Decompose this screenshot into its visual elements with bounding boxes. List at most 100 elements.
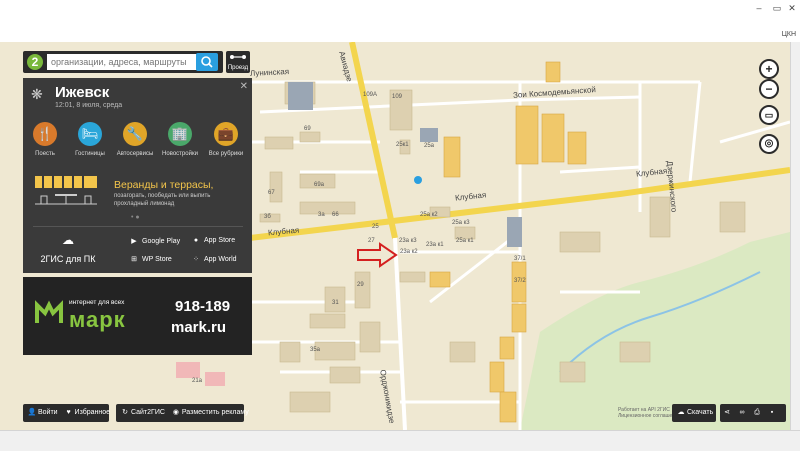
locate-button[interactable]: ◎	[759, 134, 779, 154]
category-label: Все рубрики	[208, 151, 244, 157]
category-label: Новостройки	[162, 151, 198, 157]
close-icon[interactable]: ✕	[240, 81, 248, 92]
download-pc-label: 2ГИС для ПК	[40, 254, 96, 264]
building-number: 27	[368, 238, 375, 244]
store-label: WP Store	[142, 256, 172, 263]
building-number: 31	[332, 300, 339, 306]
store-label: App Store	[204, 237, 236, 244]
category-all[interactable]: 💼 Все рубрики	[204, 122, 248, 157]
building-number: 37/1	[514, 256, 526, 262]
2gis-logo[interactable]: 2	[27, 54, 43, 70]
briefcase-icon: 💼	[214, 122, 238, 146]
building-number: 23а к3	[399, 238, 417, 244]
city-title: Ижевск	[55, 84, 110, 101]
favorites-button[interactable]: Избранное	[75, 409, 110, 416]
city-date: 12:01, 8 июля, среда	[55, 102, 123, 109]
building-number: 25к1	[396, 142, 409, 148]
wp-store-link[interactable]: ⊞ WP Store	[129, 255, 172, 263]
building-number: 23а к1	[426, 242, 444, 248]
app-store-link[interactable]: ● App Store	[191, 237, 235, 244]
ad-brand: марк	[69, 307, 126, 332]
building-number: 25а	[424, 143, 435, 149]
category-label: Поесть	[35, 151, 55, 157]
route-button[interactable]: Проезд	[226, 51, 250, 73]
mark-logo-icon	[35, 300, 63, 323]
building-number: 23а к2	[400, 249, 418, 255]
zoom-out-button[interactable]: −	[759, 79, 779, 99]
building-number: 35а	[310, 347, 321, 353]
cloud-download-icon: ☁	[62, 233, 74, 247]
category-hotels[interactable]: 🛏 Гостиницы	[68, 122, 112, 157]
category-eat[interactable]: 🍴 Поесть	[23, 122, 67, 157]
google-play-icon: ▶	[131, 238, 137, 245]
category-label: Автосервисы	[116, 151, 154, 157]
vertical-scrollbar[interactable]	[790, 42, 800, 430]
megaphone-icon: ◉	[172, 409, 179, 416]
maximize-icon[interactable]: ▭	[769, 3, 785, 13]
bed-icon: 🛏	[78, 122, 102, 146]
horizontal-scrollbar[interactable]	[0, 430, 800, 451]
building-number: 25а к2	[420, 212, 438, 218]
carousel-dots[interactable]: • ●	[131, 214, 140, 221]
ad-site: mark.ru	[171, 319, 227, 336]
ruler-button[interactable]: ▭	[759, 105, 779, 125]
minimize-icon[interactable]: –	[751, 3, 767, 13]
building-number: 25	[372, 224, 379, 230]
search-input[interactable]	[47, 54, 213, 70]
search-bar: 2	[23, 51, 223, 73]
download-row: ☁ 2ГИС для ПК ▶ Google Play ● App Store ⊞ W…	[33, 226, 243, 272]
search-icon	[201, 56, 213, 68]
ad-phone: 918-189	[175, 298, 231, 315]
building-number: 67	[268, 190, 275, 196]
city-emblem-icon: ❋	[31, 86, 43, 102]
store-label: App World	[204, 256, 237, 263]
user-icon: 👤	[27, 409, 37, 416]
ad-slogan: интернет для всех	[69, 299, 125, 306]
windows-icon: ⊞	[131, 256, 137, 263]
advertise-button[interactable]: Разместить рекламу	[182, 409, 249, 416]
building-number: 25а к3	[452, 220, 470, 226]
building-number: 21а	[192, 378, 203, 384]
fullscreen-icon[interactable]: ▪	[768, 404, 780, 422]
building-icon: 🏢	[168, 122, 192, 146]
main-road-vertical	[349, 42, 398, 239]
category-newbuildings[interactable]: 🏢 Новостройки	[158, 122, 202, 157]
ad-banner[interactable]: интернет для всех марк 918-189 mark.ru	[23, 277, 252, 355]
apple-icon: ●	[193, 237, 199, 244]
building-number: 69	[304, 126, 311, 132]
building-number: 25а к1	[456, 238, 474, 244]
fork-knife-icon: 🍴	[33, 122, 57, 146]
app-world-link[interactable]: ⁘ App World	[191, 255, 237, 263]
route-icon	[230, 55, 246, 59]
category-autoservice[interactable]: 🔧 Автосервисы	[113, 122, 157, 157]
building-number: 109	[392, 94, 403, 100]
link-icon[interactable]: ∞	[738, 404, 750, 422]
building-number: 3б	[264, 214, 271, 220]
search-button[interactable]	[196, 53, 218, 71]
print-icon[interactable]: ⎙	[753, 404, 765, 422]
corner-label: ЦКН	[781, 31, 796, 38]
download-label: Скачать	[687, 409, 714, 416]
share-print-bar: ⋖ ∞ ⎙ ▪	[720, 404, 786, 422]
promo-title[interactable]: Веранды и террасы,	[114, 179, 213, 191]
category-label: Гостиницы	[75, 151, 105, 157]
login-button[interactable]: Войти	[38, 409, 58, 416]
google-play-link[interactable]: ▶ Google Play	[129, 237, 180, 245]
download-pc[interactable]: ☁ 2ГИС для ПК	[33, 233, 103, 264]
site-advertise-bar: ↻ Сайт2ГИС ◉ Разместить рекламу	[116, 404, 249, 422]
share-icon[interactable]: ⋖	[723, 404, 735, 422]
heart-icon: ♥	[66, 409, 71, 416]
veranda-illustration	[35, 176, 97, 205]
store-label: Google Play	[142, 238, 181, 245]
building-number: 3а	[318, 212, 325, 218]
building-number: 69а	[314, 182, 325, 188]
building-number: 29	[357, 282, 364, 288]
login-favorites-bar: 👤 Войти ♥ Избранное	[23, 404, 110, 422]
close-icon[interactable]: ✕	[784, 3, 800, 13]
map-pin	[414, 176, 422, 184]
route-button-label: Проезд	[227, 65, 249, 71]
zoom-in-button[interactable]: +	[759, 59, 779, 79]
site-button[interactable]: Сайт2ГИС	[131, 409, 165, 416]
cloud-download-icon: ☁	[677, 409, 685, 416]
download-button[interactable]: ☁ Скачать	[672, 404, 716, 422]
